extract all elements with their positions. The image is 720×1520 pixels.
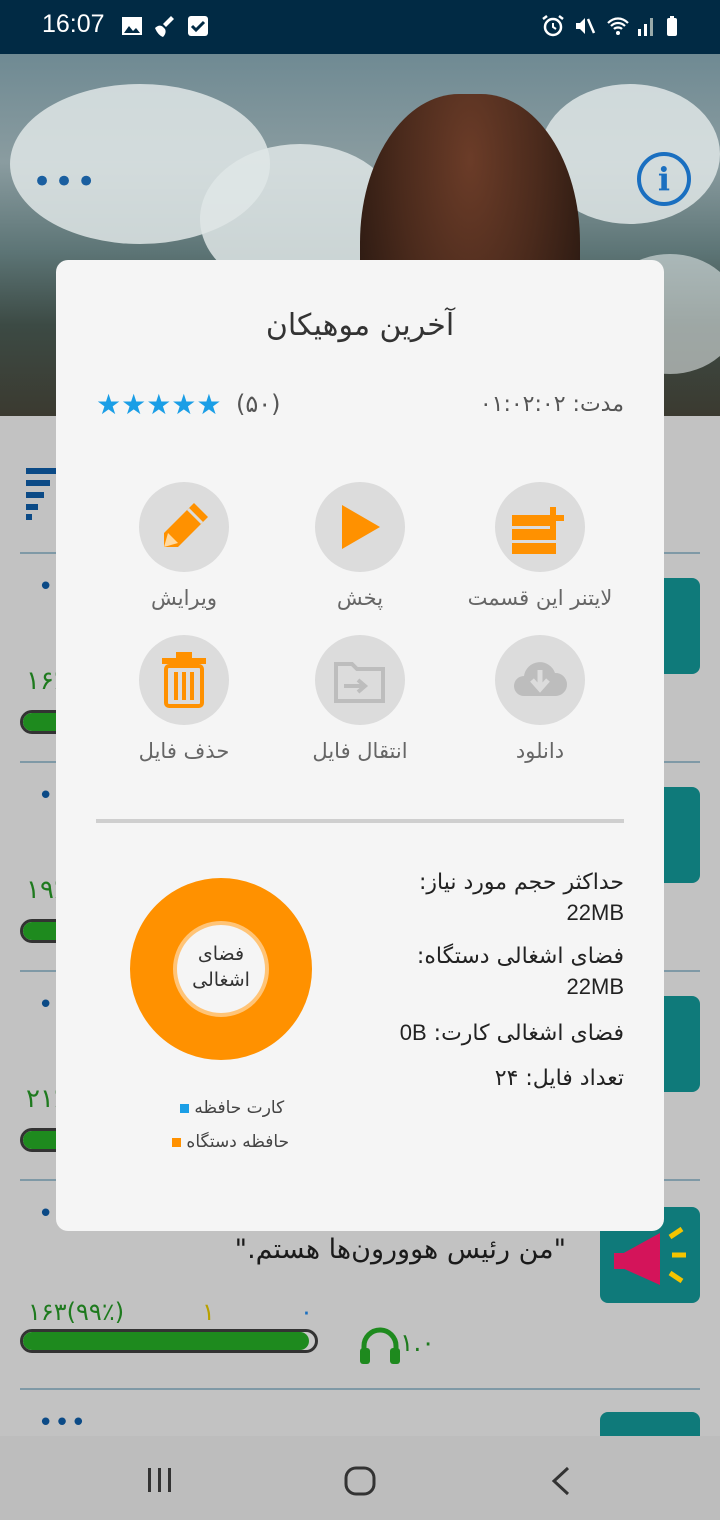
file-count-value: ۲۴ [494, 1066, 519, 1091]
trash-icon [162, 652, 206, 708]
headphones-icon [360, 1327, 400, 1364]
action-label: انتقال فایل [312, 739, 408, 763]
rating-stars[interactable]: ★★★★★ [96, 388, 222, 421]
action-label: حذف فایل [138, 739, 230, 763]
legend-card-swatch [180, 1104, 189, 1113]
device-usage-label: فضای اشغالی دستگاه: [416, 944, 624, 969]
episode-quote: "من رئیس هوورون‌ها هستم." [234, 1234, 566, 1265]
pencil-icon [164, 503, 208, 547]
max-size-info: حداکثر حجم مورد نیاز: 22MB [334, 868, 624, 928]
like-count: ۱ [202, 1298, 215, 1326]
row-more-icon[interactable]: ••• [38, 1408, 87, 1438]
action-label: پخش [336, 586, 384, 610]
dialog-title: آخرین موهیکان [265, 308, 455, 343]
donut-center-line2: اشغالی [192, 969, 250, 991]
legend-device-swatch [172, 1138, 181, 1147]
image-icon [122, 17, 142, 35]
back-icon[interactable] [550, 1466, 572, 1496]
status-time: 16:07 [42, 10, 105, 38]
zero-count: ۰ [300, 1298, 313, 1326]
action-label: ویرایش [150, 586, 218, 610]
rating-count: (۵۰) [236, 390, 281, 418]
card-usage-label: فضای اشغالی کارت: [433, 1021, 624, 1046]
mute-icon [576, 18, 596, 34]
storage-donut-chart: فضای اشغالی [130, 878, 312, 1060]
status-bar: 16:07 [0, 0, 720, 54]
device-usage-value: 22MB [566, 974, 624, 999]
action-label: دانلود [515, 739, 565, 763]
battery-icon [667, 16, 677, 36]
file-count-label: تعداد فایل: [525, 1066, 624, 1091]
check-box-icon [188, 16, 208, 36]
recent-apps-icon[interactable] [146, 1466, 174, 1494]
play-button[interactable]: پخش [270, 482, 450, 610]
duration-label: مدت: ۰۱:۰۲:۰۲ [479, 392, 624, 417]
dialog-divider [96, 819, 624, 823]
legend-card: کارت حافظه [174, 1098, 284, 1118]
legend-device: حافظه دستگاه [166, 1132, 289, 1152]
delete-file-button[interactable]: حذف فایل [94, 635, 274, 763]
navigation-bar [0, 1436, 720, 1520]
play-icon [342, 505, 380, 549]
file-count-info: تعداد فایل: ۲۴ [334, 1064, 624, 1094]
legend-card-label: کارت حافظه [194, 1098, 285, 1118]
progress-bar [20, 1329, 318, 1353]
episode-dialog: آخرین موهیکان ★★★★★ (۵۰) مدت: ۰۱:۰۲:۰۲ ل… [56, 260, 664, 1231]
legend-device-label: حافظه دستگاه [186, 1132, 290, 1152]
card-usage-info: فضای اشغالی کارت: 0B [334, 1018, 624, 1049]
info-icon[interactable]: i [637, 152, 691, 206]
edit-button[interactable]: ویرایش [94, 482, 274, 610]
max-size-value: 22MB [566, 900, 624, 925]
cloud-download-icon [514, 662, 568, 696]
action-label: لایتنر این قسمت [467, 586, 613, 610]
card-usage-value: 0B [399, 1020, 427, 1045]
wifi-icon [607, 17, 629, 35]
home-icon[interactable] [344, 1466, 376, 1496]
broom-icon [155, 16, 174, 37]
move-file-button[interactable]: انتقال فایل [270, 635, 450, 763]
alarm-icon [542, 15, 564, 37]
download-button[interactable]: دانلود [450, 635, 630, 763]
playback-rate: ۱.۰ [400, 1328, 435, 1357]
download-count: ۱۶۳(۹۹٪) [28, 1298, 125, 1326]
sort-icon[interactable] [26, 468, 56, 520]
donut-center-line1: فضای [198, 943, 244, 965]
folder-move-icon [334, 662, 385, 703]
more-dots-icon[interactable]: ••• [32, 162, 98, 202]
add-to-leitner-icon [512, 507, 564, 554]
device-usage-info: فضای اشغالی دستگاه: 22MB [334, 942, 624, 1002]
add-to-leitner-button[interactable]: لایتنر این قسمت [450, 482, 630, 610]
signal-icon [638, 18, 653, 36]
max-size-label: حداکثر حجم مورد نیاز: [418, 870, 624, 895]
